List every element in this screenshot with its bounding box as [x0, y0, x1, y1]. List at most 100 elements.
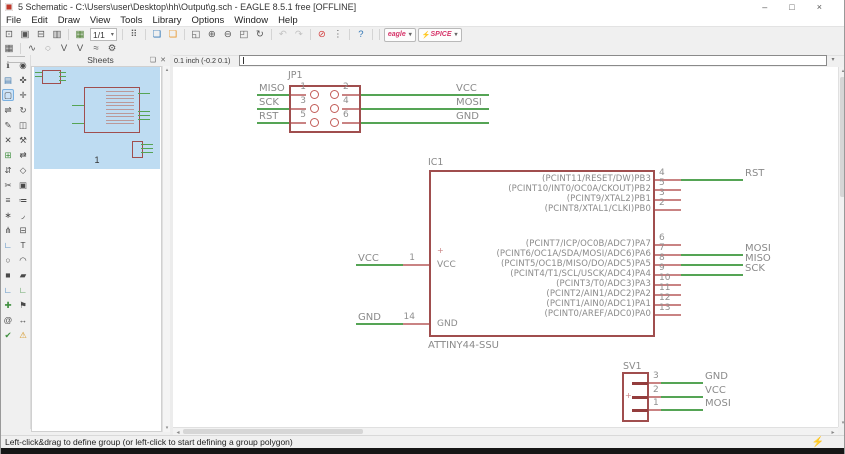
value-icon[interactable]: ≔ [17, 194, 29, 206]
sv1-pin-pad[interactable] [632, 396, 648, 399]
paste-icon[interactable]: ▣ [17, 179, 29, 191]
menu-draw[interactable]: Draw [53, 15, 85, 26]
ic1-value[interactable]: ATTINY44-SSU [428, 340, 499, 351]
sv1-name[interactable]: SV1 [623, 361, 642, 372]
autodesk-eagle-button[interactable]: eagle ▾ [383, 27, 416, 42]
net-label-rst[interactable]: RST [259, 111, 278, 122]
save-icon[interactable]: ▣ [18, 28, 32, 41]
mirror-icon[interactable]: ⇌ [2, 104, 14, 116]
net-label-vcc[interactable]: VCC [358, 253, 379, 264]
smash-icon[interactable]: ∗ [2, 209, 14, 221]
erc-icon[interactable]: ✔ [2, 329, 14, 341]
net-label-vcc[interactable]: VCC [456, 83, 477, 94]
image-export-icon[interactable]: ▥ [50, 28, 64, 41]
circle-icon[interactable]: ○ [2, 254, 14, 266]
polygon-icon[interactable]: ▰ [17, 269, 29, 281]
rect-icon[interactable]: ■ [2, 269, 14, 281]
net-wire-gnd[interactable] [356, 323, 403, 325]
sheet-thumbnail[interactable]: 1 [34, 67, 160, 169]
net-label-gnd[interactable]: GND [705, 371, 728, 382]
net-wire-miso[interactable] [257, 94, 289, 96]
ic1-name[interactable]: IC1 [428, 157, 443, 168]
zoom-fit-icon[interactable]: ◱ [189, 28, 203, 41]
net-wire-gnd[interactable] [361, 122, 489, 124]
dimension-icon[interactable]: ↔ [17, 314, 29, 326]
panel-drag-handle[interactable] [7, 56, 25, 63]
close-button[interactable]: × [817, 2, 822, 12]
menu-library[interactable]: Library [147, 15, 186, 26]
sv1-pin-pad[interactable] [632, 382, 648, 385]
net-wire-rst[interactable] [681, 179, 743, 181]
grid-icon[interactable]: ▦ [73, 28, 87, 41]
net-label-mosi[interactable]: MOSI [456, 97, 482, 108]
net-wire-sck[interactable] [257, 108, 289, 110]
net-icon[interactable]: ∟ [17, 284, 29, 296]
zoom-in-icon[interactable]: ⊕ [205, 28, 219, 41]
bus-icon[interactable]: ∟ [2, 284, 14, 296]
cut-icon[interactable]: ✂ [2, 179, 14, 191]
menu-edit[interactable]: Edit [26, 15, 52, 26]
chevron-down-icon[interactable]: ▾ [409, 31, 412, 38]
net-label-gnd[interactable]: GND [456, 111, 479, 122]
grid-small-icon[interactable]: ▦ [2, 42, 16, 55]
menu-tools[interactable]: Tools [115, 15, 147, 26]
layers-orange-icon[interactable]: ❏ [166, 28, 180, 41]
text-icon[interactable]: T [17, 239, 29, 251]
net-label-rst[interactable]: RST [745, 168, 764, 179]
menu-view[interactable]: View [85, 15, 115, 26]
errors-icon[interactable]: ⚠ [17, 329, 29, 341]
mark-icon[interactable]: ✜ [17, 74, 29, 86]
zoom-select-icon[interactable]: ◰ [237, 28, 251, 41]
split-icon[interactable]: ⋔ [2, 224, 14, 236]
miter-icon[interactable]: ◞ [17, 209, 29, 221]
sv1-pin-pad[interactable] [632, 409, 648, 412]
chevron-down-icon[interactable]: ▾ [111, 31, 114, 38]
gateswap-icon[interactable]: ⇵ [2, 164, 14, 176]
copy-icon[interactable]: ◫ [17, 119, 29, 131]
net-wire-mosi[interactable] [361, 108, 489, 110]
net-label-sck[interactable]: SCK [259, 97, 279, 108]
net-wire-miso[interactable] [681, 264, 743, 266]
zoom-redraw-icon[interactable]: ↻ [253, 28, 267, 41]
net-wire-vcc[interactable] [356, 264, 403, 266]
group-icon[interactable]: ▢ [2, 89, 14, 101]
dots-icon[interactable]: ⋮ [331, 28, 345, 41]
ic1-pin-stub[interactable] [655, 209, 681, 211]
help-icon[interactable]: ? [354, 28, 368, 41]
menu-file[interactable]: File [1, 15, 26, 26]
wrench-icon[interactable]: ⚒ [17, 134, 29, 146]
net-label-mosi[interactable]: MOSI [705, 398, 731, 409]
change-icon[interactable]: ✎ [2, 119, 14, 131]
net-wire-vcc[interactable] [661, 396, 703, 398]
ic1-pin-stub[interactable] [403, 264, 429, 266]
sheet-selector[interactable]: 1/1 ▾ [90, 28, 117, 41]
ic1-pin-stub[interactable] [403, 323, 429, 325]
name-icon[interactable]: ≡ [2, 194, 14, 206]
net-label-vcc[interactable]: VCC [705, 385, 726, 396]
delete-icon[interactable]: ✕ [2, 134, 14, 146]
print-icon[interactable]: ⊟ [34, 28, 48, 41]
chevron-down-icon[interactable]: ▾ [455, 31, 458, 38]
junction-icon[interactable]: ✚ [2, 299, 14, 311]
arc-icon[interactable]: ◠ [17, 254, 29, 266]
net-wire-vcc[interactable] [361, 94, 489, 96]
net-wire-mosi[interactable] [661, 409, 703, 411]
net-wire-rst[interactable] [257, 122, 289, 124]
spice-simulation-button[interactable]: ⚡ SPICE ▾ [417, 27, 462, 42]
net-label-miso[interactable]: MISO [259, 83, 285, 94]
command-line-input[interactable] [239, 55, 827, 66]
display-layers-icon[interactable]: ▤ [2, 74, 14, 86]
schematic-canvas[interactable]: JP1 MISO 1 2 VCC SCK 3 4 MOSI RST 5 6 GND IC1 (PCIN… [173, 67, 838, 427]
add-part-icon[interactable]: ⊞ [2, 149, 14, 161]
net-wire-mosi[interactable] [681, 254, 743, 256]
ic1-pin-stub[interactable] [655, 314, 681, 316]
maximize-button[interactable]: □ [789, 2, 794, 12]
label-icon[interactable]: ⚑ [17, 299, 29, 311]
stop-icon[interactable]: ⊘ [315, 28, 329, 41]
menu-options[interactable]: Options [187, 15, 230, 26]
zoom-out-icon[interactable]: ⊖ [221, 28, 235, 41]
layers-blue-icon[interactable]: ❏ [150, 28, 164, 41]
net-wire-sck[interactable] [681, 274, 743, 276]
open-icon[interactable]: ⊡ [2, 28, 16, 41]
command-history-dropdown[interactable]: ▾ [827, 55, 839, 66]
